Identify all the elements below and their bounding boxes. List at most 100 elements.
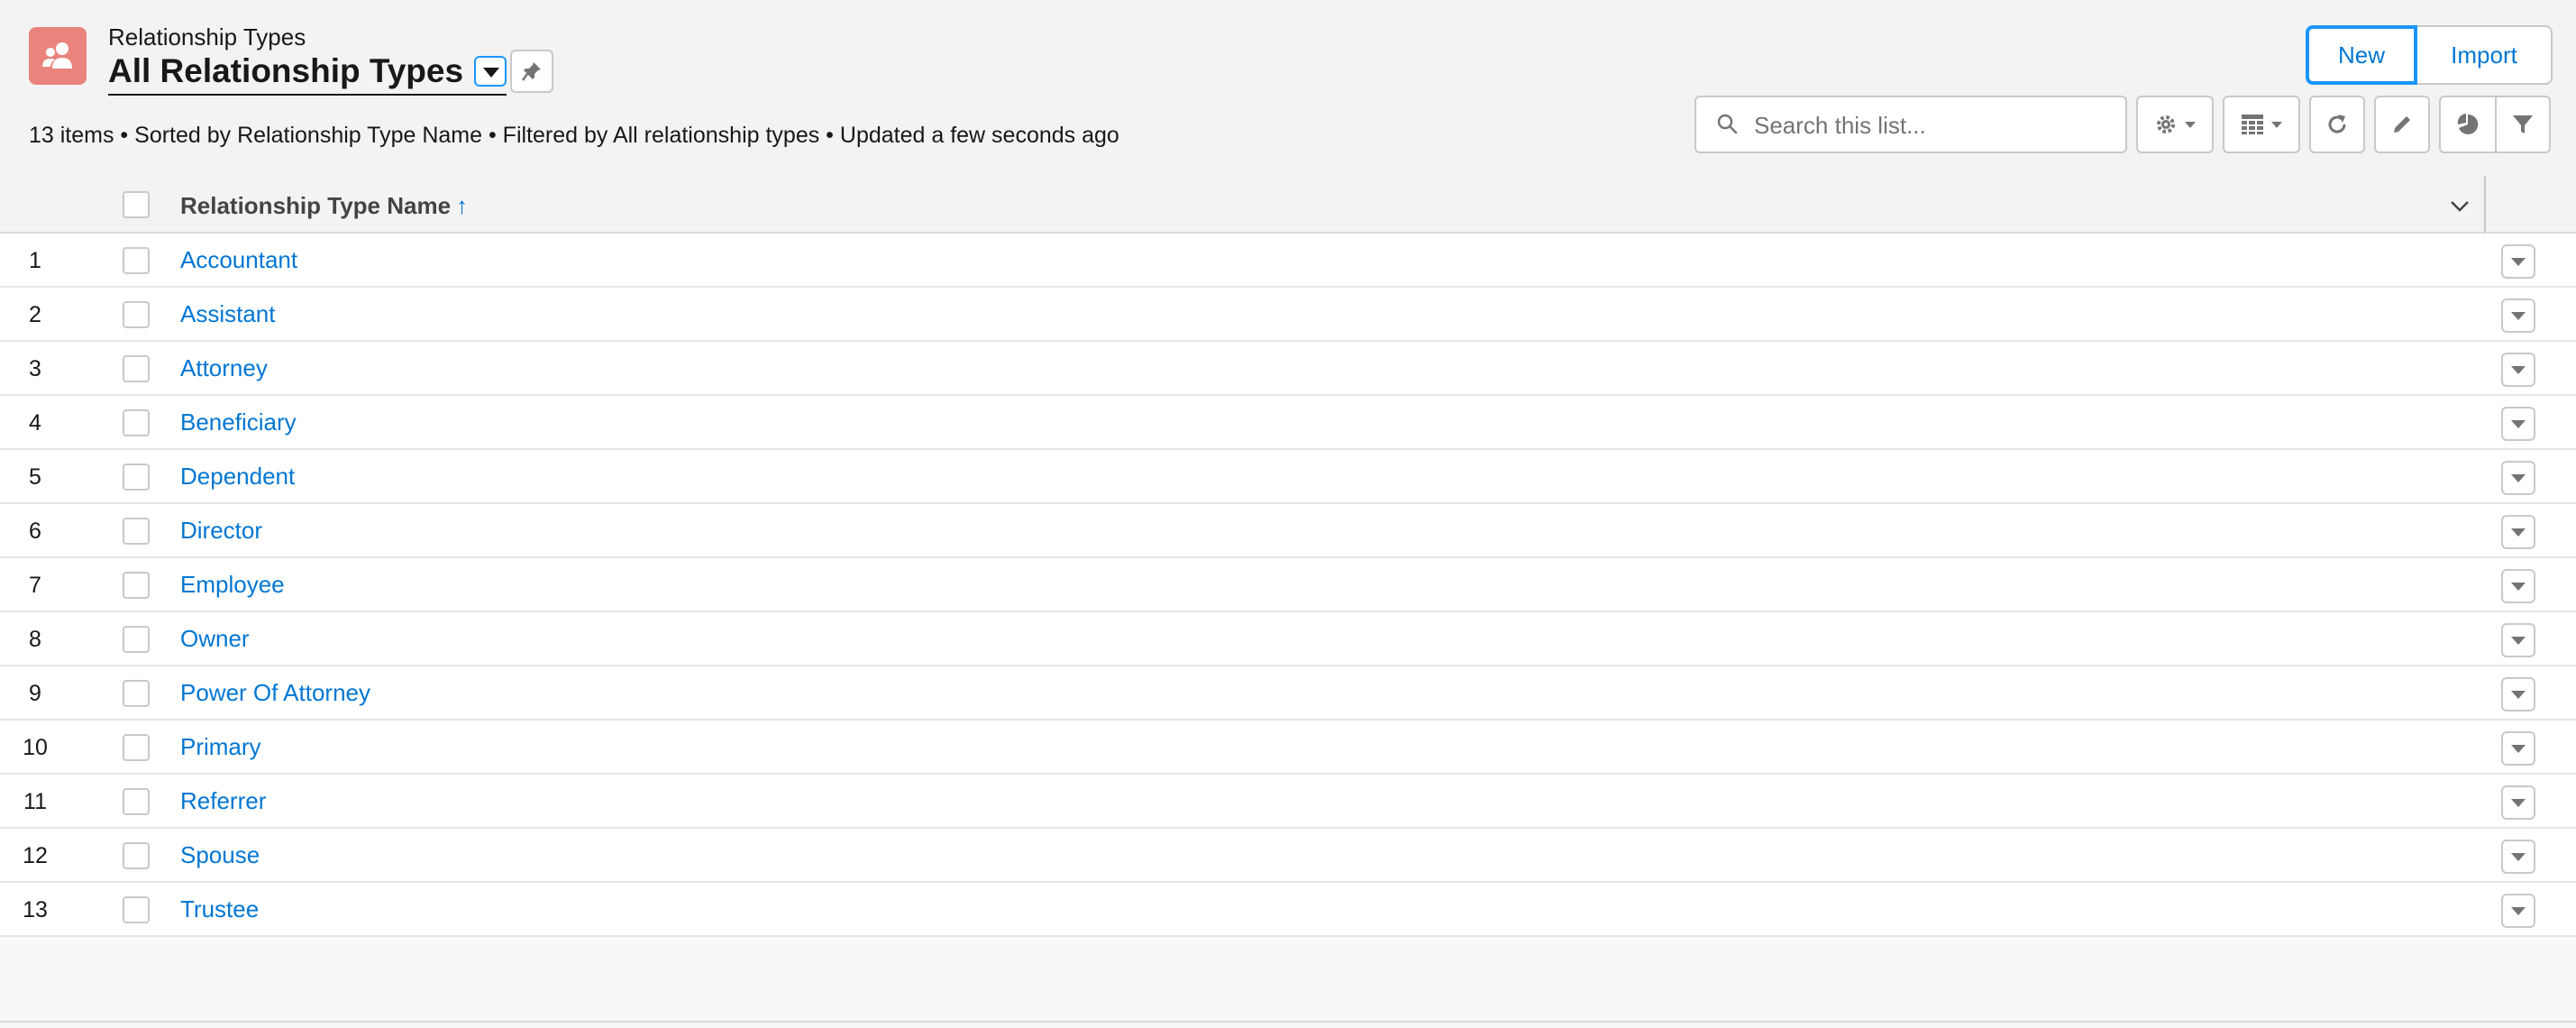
row-actions-button[interactable] (2501, 353, 2535, 387)
row-actions-button[interactable] (2501, 785, 2535, 820)
row-select-checkbox[interactable] (123, 680, 150, 707)
row-select-checkbox[interactable] (123, 626, 150, 653)
row-number: 13 (23, 897, 48, 922)
gear-icon (2157, 115, 2175, 133)
chevron-down-icon (2271, 121, 2282, 128)
table-icon (2242, 115, 2263, 134)
table-row: 10 Primary (0, 721, 2576, 775)
row-number: 11 (23, 789, 47, 814)
row-actions-button[interactable] (2501, 244, 2535, 279)
filter-button[interactable] (2497, 97, 2549, 151)
row-select-checkbox[interactable] (123, 842, 150, 869)
relationship-type-link[interactable]: Director (180, 517, 262, 545)
sort-ascending-icon: ↑ (456, 192, 469, 219)
row-actions-button[interactable] (2501, 677, 2535, 711)
search-list-field[interactable] (1694, 96, 2127, 153)
relationship-type-link[interactable]: Employee (180, 571, 285, 599)
relationship-type-link[interactable]: Referrer (180, 787, 266, 815)
row-select-checkbox[interactable] (123, 788, 150, 815)
row-number: 12 (23, 843, 48, 868)
table-row: 1 Accountant (0, 234, 2576, 288)
row-number: 4 (29, 410, 41, 436)
table-row: 8 Owner (0, 612, 2576, 666)
row-actions-button[interactable] (2501, 407, 2535, 441)
relationship-type-link[interactable]: Accountant (180, 246, 297, 274)
row-select-checkbox[interactable] (123, 247, 150, 274)
row-select-checkbox[interactable] (123, 572, 150, 599)
filter-icon (2512, 115, 2533, 133)
row-actions-button[interactable] (2501, 894, 2535, 928)
table-row: 4 Beneficiary (0, 396, 2576, 450)
filter-info: Filtered by All relationship types (502, 123, 820, 148)
relationship-type-link[interactable]: Primary (180, 733, 261, 761)
relationship-type-link[interactable]: Attorney (180, 354, 268, 382)
row-select-checkbox[interactable] (123, 301, 150, 328)
search-input[interactable] (1752, 105, 2116, 146)
list-view-header: Relationship Types All Relationship Type… (0, 0, 2576, 178)
chart-filter-group (2439, 96, 2551, 153)
row-actions-button[interactable] (2501, 461, 2535, 495)
relationship-type-link[interactable]: Beneficiary (180, 408, 297, 436)
display-as-button[interactable] (2223, 96, 2300, 153)
row-select-checkbox[interactable] (123, 409, 150, 436)
list-table: Relationship Type Name ↑ 1 Accountant 2 Assi… (0, 176, 2576, 1028)
table-row: 6 Director (0, 504, 2576, 558)
summary-separator: • (482, 123, 503, 148)
table-row: 13 Trustee (0, 883, 2576, 937)
list-summary: 13 items • Sorted by Relationship Type N… (29, 123, 1119, 149)
row-select-checkbox[interactable] (123, 734, 150, 761)
relationship-type-link[interactable]: Trustee (180, 895, 259, 923)
relationship-type-object-icon (29, 27, 87, 85)
row-select-checkbox[interactable] (123, 518, 150, 545)
row-number: 1 (29, 248, 41, 273)
import-button[interactable]: Import (2417, 25, 2553, 85)
relationship-type-link[interactable]: Owner (180, 625, 250, 653)
item-count: 13 items (29, 123, 114, 148)
new-button[interactable]: New (2306, 25, 2417, 85)
summary-separator: • (114, 123, 135, 148)
sort-info: Sorted by Relationship Type Name (134, 123, 483, 148)
relationship-type-link[interactable]: Assistant (180, 300, 276, 328)
list-view-dropdown-icon[interactable] (474, 56, 507, 87)
row-number: 8 (29, 627, 41, 652)
object-label: Relationship Types (108, 23, 306, 50)
column-header-relationship-type-name[interactable]: Relationship Type Name ↑ (180, 192, 468, 220)
row-number: 6 (29, 519, 41, 544)
refresh-icon (2328, 115, 2346, 133)
pin-list-view-button[interactable] (510, 50, 553, 93)
show-charts-button[interactable] (2441, 97, 2497, 151)
row-actions-button[interactable] (2501, 569, 2535, 603)
row-actions-button[interactable] (2501, 840, 2535, 874)
row-actions-button[interactable] (2501, 515, 2535, 549)
select-all-checkbox[interactable] (123, 191, 150, 218)
row-actions-button[interactable] (2501, 298, 2535, 333)
chevron-down-icon (2185, 121, 2196, 128)
row-select-checkbox[interactable] (123, 355, 150, 382)
row-select-checkbox[interactable] (123, 464, 150, 491)
pie-chart-icon (2457, 114, 2479, 134)
edit-list-button[interactable] (2374, 96, 2430, 153)
column-menu-chevron-icon[interactable] (2448, 194, 2471, 217)
window-bottom-divider (0, 1021, 2576, 1023)
table-row: 7 Employee (0, 558, 2576, 612)
list-view-title: All Relationship Types (108, 52, 464, 89)
updated-info: Updated a few seconds ago (839, 123, 1119, 148)
relationship-type-link[interactable]: Power Of Attorney (180, 679, 370, 707)
table-header: Relationship Type Name ↑ (0, 176, 2576, 234)
summary-separator: • (819, 123, 840, 148)
row-actions-button[interactable] (2501, 623, 2535, 657)
row-number: 5 (29, 464, 41, 490)
column-divider[interactable] (2484, 176, 2486, 234)
refresh-button[interactable] (2309, 96, 2365, 153)
row-actions-button[interactable] (2501, 731, 2535, 766)
table-row: 9 Power Of Attorney (0, 666, 2576, 721)
row-number: 2 (29, 302, 41, 327)
relationship-type-link[interactable]: Dependent (180, 463, 295, 491)
list-view-controls-button[interactable] (2136, 96, 2214, 153)
table-row: 11 Referrer (0, 775, 2576, 829)
row-number: 7 (29, 573, 41, 598)
column-header-label: Relationship Type Name (180, 192, 452, 219)
list-view-picker[interactable]: All Relationship Types (108, 49, 507, 96)
row-select-checkbox[interactable] (123, 896, 150, 923)
relationship-type-link[interactable]: Spouse (180, 841, 260, 869)
